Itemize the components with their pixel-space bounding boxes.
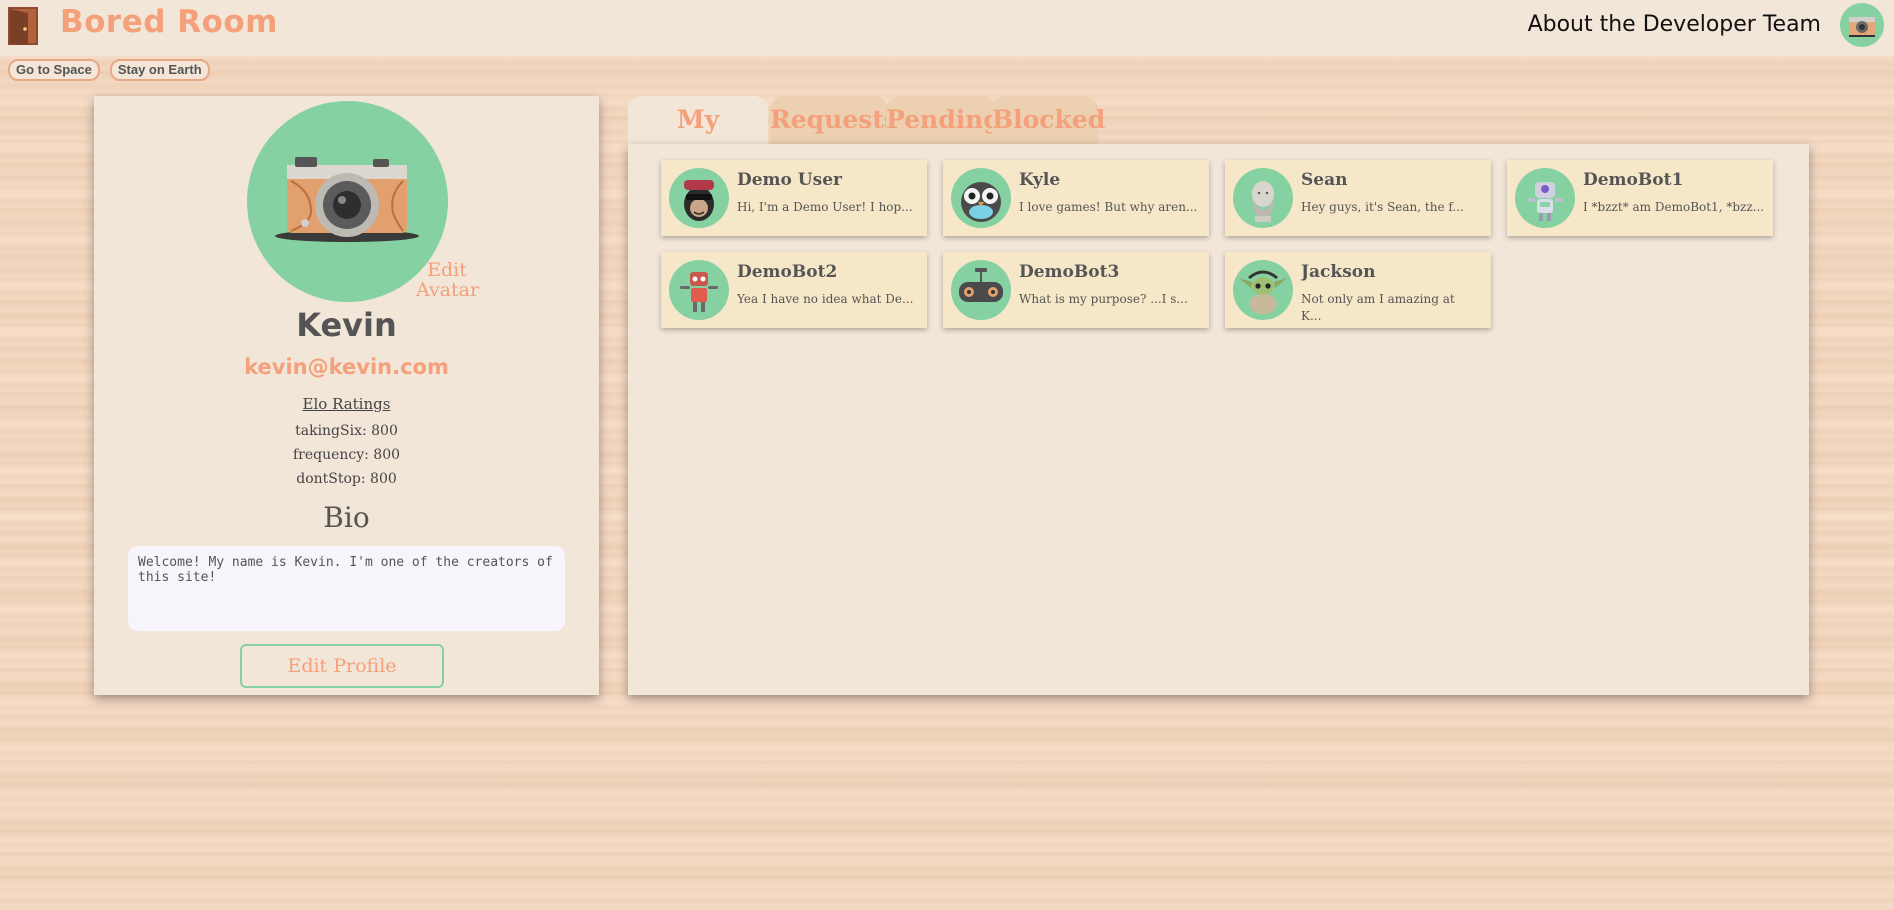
friend-card[interactable]: Sean Hey guys, it's Sean, the f... <box>1225 160 1491 236</box>
friend-name: DemoBot2 <box>737 262 838 282</box>
friend-bio: Yea I have no idea what De... <box>737 292 914 306</box>
edit-profile-button[interactable]: Edit Profile <box>240 644 444 688</box>
elo-rating-item: frequency: 800 <box>292 447 401 463</box>
stay-on-earth-button[interactable]: Stay on Earth <box>109 59 210 81</box>
owl-icon <box>961 182 1001 222</box>
robot-red-icon <box>680 272 718 312</box>
friend-card[interactable]: Demo User Hi, I'm a Demo User! I hop... <box>661 160 927 236</box>
friend-card[interactable]: Kyle I love games! But why aren... <box>943 160 1209 236</box>
friend-avatar <box>1233 260 1293 320</box>
robot-icon <box>1527 182 1563 221</box>
friend-card[interactable]: DemoBot1 I *bzzt* am DemoBot1, *bzz... <box>1507 160 1773 236</box>
edit-avatar-link[interactable]: Edit Avatar <box>416 260 479 300</box>
header-avatar[interactable] <box>1840 3 1884 47</box>
door-icon[interactable] <box>6 5 44 47</box>
camera-icon <box>1849 17 1875 37</box>
friend-name: Kyle <box>1019 170 1061 190</box>
friend-bio: Hey guys, it's Sean, the f... <box>1301 200 1464 214</box>
elo-rating-item: dontStop: 800 <box>296 471 397 487</box>
elo-ratings-title: Elo Ratings <box>302 395 391 413</box>
monkey-icon <box>684 180 714 221</box>
friend-card[interactable]: Jackson Not only am I amazing at K... <box>1225 252 1491 328</box>
elo-rating-item: takingSix: 800 <box>295 423 398 439</box>
profile-card: Edit Avatar Kevin kevin@kevin.com Elo Ra… <box>94 96 599 695</box>
gamepad-icon <box>959 268 1003 302</box>
baby-yoda-icon <box>1239 270 1287 314</box>
friend-name: DemoBot3 <box>1019 262 1120 282</box>
about-developer-link[interactable]: About the Developer Team <box>1528 12 1821 37</box>
friend-bio: I love games! But why aren... <box>1019 200 1198 214</box>
tab-my-friends[interactable]: My Friends <box>628 96 768 182</box>
friend-bio: What is my purpose? ...I s... <box>1019 292 1188 306</box>
friend-avatar <box>951 260 1011 320</box>
friend-avatar <box>1233 168 1293 228</box>
friend-bio: Not only am I amazing at K... <box>1301 292 1455 323</box>
friend-avatar <box>669 168 729 228</box>
friends-panel: Demo User Hi, I'm a Demo User! I hop... … <box>628 144 1809 695</box>
app-title[interactable]: Bored Room <box>60 4 278 40</box>
friend-bio: Hi, I'm a Demo User! I hop... <box>737 200 913 214</box>
tab-requests[interactable]: Requests <box>770 96 898 144</box>
friend-avatar <box>669 260 729 320</box>
friend-name: Sean <box>1301 170 1348 190</box>
bio-title: Bio <box>323 501 370 534</box>
bust-icon <box>1252 181 1274 222</box>
friend-avatar <box>1515 168 1575 228</box>
tab-blocked[interactable]: Blocked <box>992 96 1105 144</box>
friend-card[interactable]: DemoBot2 Yea I have no idea what De... <box>661 252 927 328</box>
profile-email: kevin@kevin.com <box>244 355 449 379</box>
top-header: Bored Room About the Developer Team <box>0 0 1894 56</box>
friend-name: DemoBot1 <box>1583 170 1684 190</box>
elo-ratings-list: takingSix: 800 frequency: 800 dontStop: … <box>94 419 599 491</box>
go-to-space-button[interactable]: Go to Space <box>8 59 100 81</box>
friend-name: Jackson <box>1301 262 1376 282</box>
friend-card[interactable]: DemoBot3 What is my purpose? ...I s... <box>943 252 1209 328</box>
bio-textbox[interactable]: Welcome! My name is Kevin. I'm one of th… <box>128 546 565 631</box>
profile-username: Kevin <box>296 306 397 344</box>
tab-pending[interactable]: Pending <box>886 96 1001 144</box>
friend-avatar <box>951 168 1011 228</box>
friend-name: Demo User <box>737 170 842 190</box>
space-toggle-group: Go to Space Stay on Earth <box>8 59 210 81</box>
friend-bio: I *bzzt* am DemoBot1, *bzz... <box>1583 200 1765 214</box>
